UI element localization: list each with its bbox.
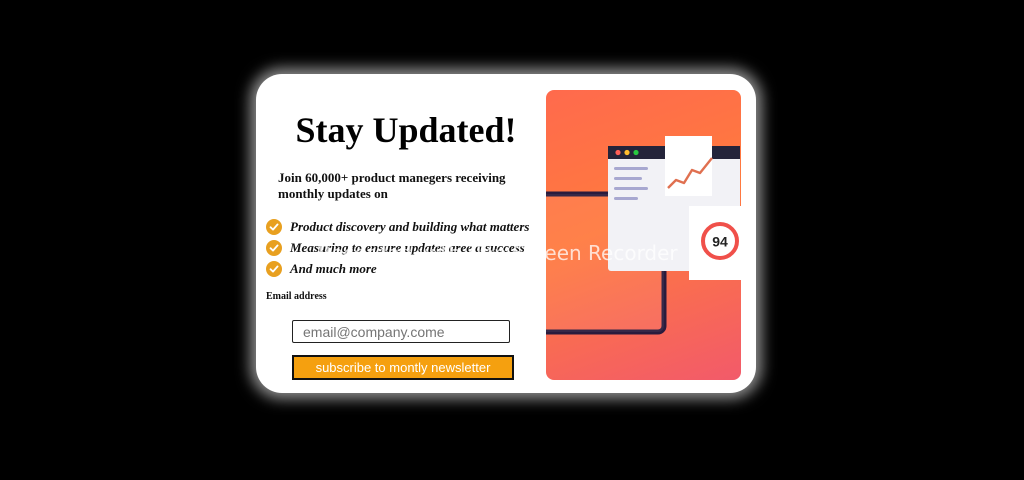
feature-text: Product discovery and building what matt… xyxy=(290,218,530,234)
list-item: Measuring to ensure updates aree a succe… xyxy=(266,237,529,258)
check-circle-icon xyxy=(266,218,282,235)
list-item: Product discovery and building what matt… xyxy=(266,216,529,237)
score-value: 94 xyxy=(712,234,728,250)
subscribe-button[interactable]: subscribe to montly newsletter xyxy=(292,355,514,380)
feature-text: Measuring to ensure updates aree a succe… xyxy=(290,239,525,255)
feature-list: Product discovery and building what matt… xyxy=(266,216,529,279)
illustration-image: 94 xyxy=(546,90,741,380)
check-circle-icon xyxy=(266,239,282,256)
subtitle-text: Join 60,000+ product manegers receiving … xyxy=(278,170,506,201)
page-title: Stay Updated! xyxy=(295,110,517,150)
check-circle-icon xyxy=(266,260,282,277)
newsletter-card: Stay Updated! Join 60,000+ product maneg… xyxy=(256,74,756,393)
email-field[interactable] xyxy=(292,320,510,343)
list-item: And much more xyxy=(266,258,529,279)
email-label: Email address xyxy=(266,291,327,302)
feature-text: And much more xyxy=(290,260,377,276)
dashboard-illustration-icon: 94 xyxy=(546,136,741,335)
